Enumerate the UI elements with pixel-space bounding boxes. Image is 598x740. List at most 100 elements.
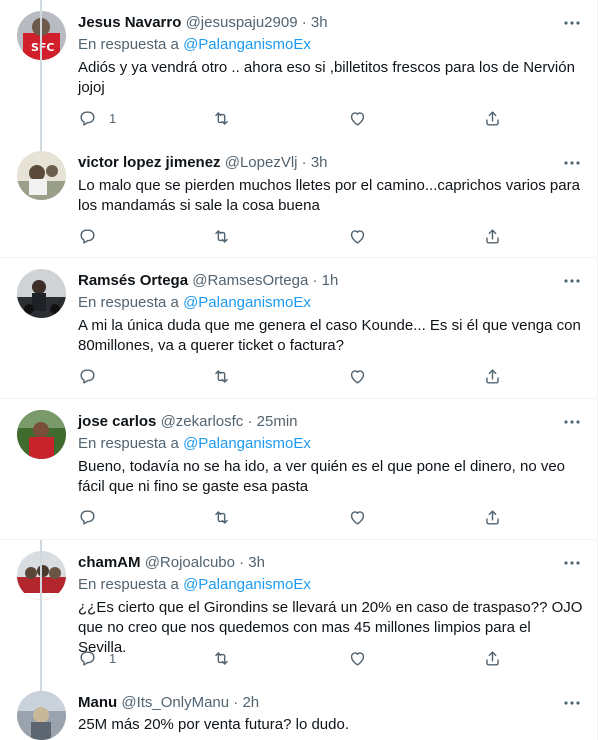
- share-button[interactable]: [483, 226, 502, 246]
- more-icon: [564, 279, 580, 283]
- author-handle[interactable]: @jesuspaju2909: [186, 14, 298, 31]
- tweet-time[interactable]: · 3h: [239, 554, 265, 571]
- like-button[interactable]: [348, 108, 367, 128]
- author-handle[interactable]: @zekarlosfc: [161, 413, 244, 430]
- reply-prefix: En respuesta a: [78, 36, 179, 53]
- author-handle[interactable]: @Rojoalcubo: [145, 554, 235, 571]
- reply-mention-link[interactable]: @PalanganismoEx: [183, 294, 311, 311]
- retweet-icon: [215, 229, 228, 243]
- tweet-header: Ramsés Ortega @RamsesOrtega · 1h: [78, 271, 338, 291]
- tweet-header: jose carlos @zekarlosfc · 25min: [78, 412, 298, 432]
- reply-context: En respuesta a @PalanganismoEx: [78, 575, 311, 595]
- more-options-button[interactable]: [562, 412, 582, 432]
- retweet-button[interactable]: [212, 507, 231, 527]
- replies-feed: SFC Jesus Navarro @jesuspaju2909 · 3h En…: [0, 0, 598, 740]
- more-icon: [564, 561, 580, 565]
- avatar[interactable]: [17, 691, 66, 740]
- tweet-text: A mi la única duda que me genera el caso…: [78, 317, 581, 354]
- heart-icon: [350, 651, 365, 666]
- avatar[interactable]: [17, 269, 66, 318]
- more-options-button[interactable]: [562, 271, 582, 291]
- share-button[interactable]: [483, 507, 502, 527]
- reply-mention-link[interactable]: @PalanganismoEx: [183, 435, 311, 452]
- tweet-header: chamAM @Rojoalcubo · 3h: [78, 553, 265, 573]
- share-button[interactable]: [483, 108, 502, 128]
- more-icon: [564, 701, 580, 705]
- author-name[interactable]: jose carlos: [78, 413, 156, 430]
- thread-line: [40, 0, 42, 151]
- retweet-button[interactable]: [212, 648, 231, 668]
- reply-button[interactable]: [78, 366, 97, 386]
- share-button[interactable]: [483, 366, 502, 386]
- author-handle[interactable]: @Its_OnlyManu: [121, 694, 229, 711]
- share-icon: [486, 368, 499, 384]
- retweet-icon: [215, 111, 228, 125]
- tweet-2[interactable]: victor lopez jimenez @LopezVlj · 3h Lo m…: [0, 0, 598, 258]
- retweet-icon: [215, 651, 228, 665]
- like-button[interactable]: [348, 507, 367, 527]
- share-icon: [486, 509, 499, 525]
- tweet-3[interactable]: Ramsés Ortega @RamsesOrtega · 1h En resp…: [0, 258, 598, 398]
- tweet-5[interactable]: chamAM @Rojoalcubo · 3h En respuesta a @…: [0, 540, 598, 680]
- reply-icon: [80, 110, 95, 126]
- tweet-actions: [78, 226, 518, 246]
- retweet-button[interactable]: [212, 226, 231, 246]
- like-button[interactable]: [348, 226, 367, 246]
- author-name[interactable]: Manu: [78, 694, 117, 711]
- more-options-button[interactable]: [562, 153, 582, 173]
- svg-text:SFC: SFC: [31, 41, 55, 54]
- author-name[interactable]: Jesus Navarro: [78, 14, 181, 31]
- reply-button[interactable]: [78, 226, 97, 246]
- tweet-actions: 1: [78, 108, 518, 128]
- like-button[interactable]: [348, 366, 367, 386]
- share-icon: [486, 650, 499, 666]
- retweet-icon: [215, 510, 228, 524]
- tweet-time[interactable]: · 3h: [302, 14, 328, 31]
- tweet-time[interactable]: · 1h: [313, 272, 339, 289]
- tweet-actions: [78, 366, 518, 386]
- tweet-time[interactable]: · 25min: [247, 413, 297, 430]
- author-name[interactable]: victor lopez jimenez: [78, 154, 221, 171]
- share-button[interactable]: [483, 648, 502, 668]
- reply-icon: [80, 368, 95, 384]
- share-icon: [486, 110, 499, 126]
- heart-icon: [350, 369, 365, 384]
- heart-icon: [350, 229, 365, 244]
- reply-button[interactable]: 1: [78, 648, 116, 668]
- retweet-button[interactable]: [212, 366, 231, 386]
- avatar[interactable]: [17, 410, 66, 459]
- author-name[interactable]: Ramsés Ortega: [78, 272, 188, 289]
- tweet-header: victor lopez jimenez @LopezVlj · 3h: [78, 153, 328, 173]
- reply-button[interactable]: [78, 507, 97, 527]
- tweet-time[interactable]: · 2h: [233, 694, 259, 711]
- share-icon: [486, 228, 499, 244]
- like-button[interactable]: [348, 648, 367, 668]
- tweet-4[interactable]: jose carlos @zekarlosfc · 25min En respu…: [0, 399, 598, 539]
- tweet-1[interactable]: SFC Jesus Navarro @jesuspaju2909 · 3h En…: [0, 0, 598, 140]
- retweet-button[interactable]: [212, 108, 231, 128]
- reply-icon: [80, 650, 95, 666]
- tweet-6[interactable]: Manu @Its_OnlyManu · 2h 25M más 20% por …: [0, 540, 598, 740]
- reply-count: 1: [109, 110, 117, 126]
- more-icon: [564, 420, 580, 424]
- reply-mention-link[interactable]: @PalanganismoEx: [183, 36, 311, 53]
- more-options-button[interactable]: [562, 553, 582, 573]
- author-handle[interactable]: @LopezVlj: [225, 154, 298, 171]
- thread-line: [40, 540, 42, 691]
- reply-icon: [80, 228, 95, 244]
- reply-mention-link[interactable]: @PalanganismoEx: [183, 576, 311, 593]
- tweet-time[interactable]: · 3h: [302, 154, 328, 171]
- retweet-icon: [215, 369, 228, 383]
- avatar[interactable]: [17, 151, 66, 200]
- reply-button[interactable]: 1: [78, 108, 116, 128]
- tweet-text: Bueno, todavía no se ha ido, a ver quién…: [78, 458, 566, 495]
- author-name[interactable]: chamAM: [78, 554, 141, 571]
- tweet-text: Adiós y ya vendrá otro .. ahora eso si ,…: [78, 59, 575, 96]
- author-handle[interactable]: @RamsesOrtega: [192, 272, 308, 289]
- heart-icon: [350, 111, 365, 126]
- reply-context: En respuesta a @PalanganismoEx: [78, 35, 311, 55]
- more-options-button[interactable]: [562, 693, 582, 713]
- more-icon: [564, 161, 580, 165]
- reply-context: En respuesta a @PalanganismoEx: [78, 434, 311, 454]
- more-options-button[interactable]: [562, 13, 582, 33]
